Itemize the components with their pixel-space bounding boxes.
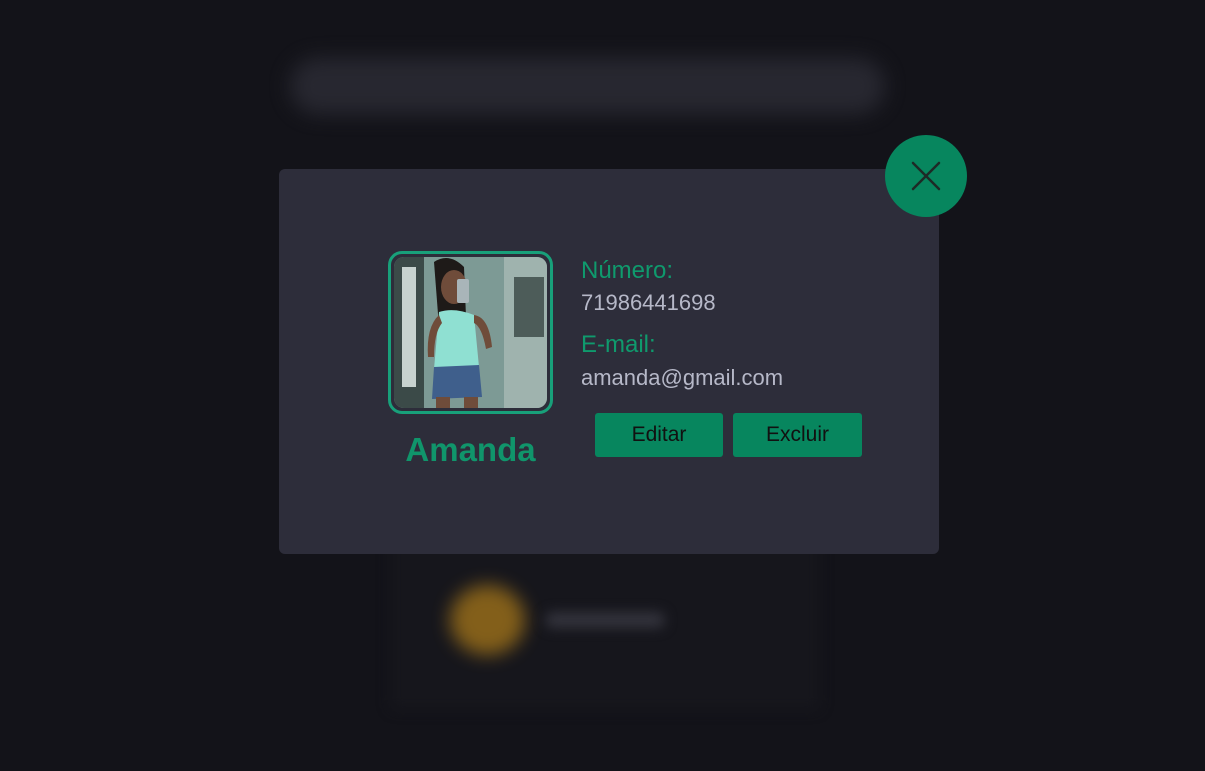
- number-value: 71986441698: [581, 290, 716, 315]
- contact-details-modal: Amanda Número: 71986441698 E-mail: amand…: [279, 169, 939, 554]
- email-label: E-mail:: [581, 331, 656, 358]
- edit-button[interactable]: Editar: [595, 413, 723, 457]
- blurred-contact-name: [545, 612, 665, 628]
- close-icon: [911, 161, 941, 191]
- number-label: Número:: [581, 257, 674, 284]
- close-button[interactable]: [885, 135, 967, 217]
- blurred-avatar: [450, 585, 525, 655]
- delete-button[interactable]: Excluir: [733, 413, 862, 457]
- contact-photo-frame: [388, 251, 553, 414]
- blurred-search-bar: [290, 58, 885, 114]
- contact-photo: [394, 257, 547, 408]
- email-value: amanda@gmail.com: [581, 365, 784, 390]
- contact-name: Amanda: [405, 431, 536, 468]
